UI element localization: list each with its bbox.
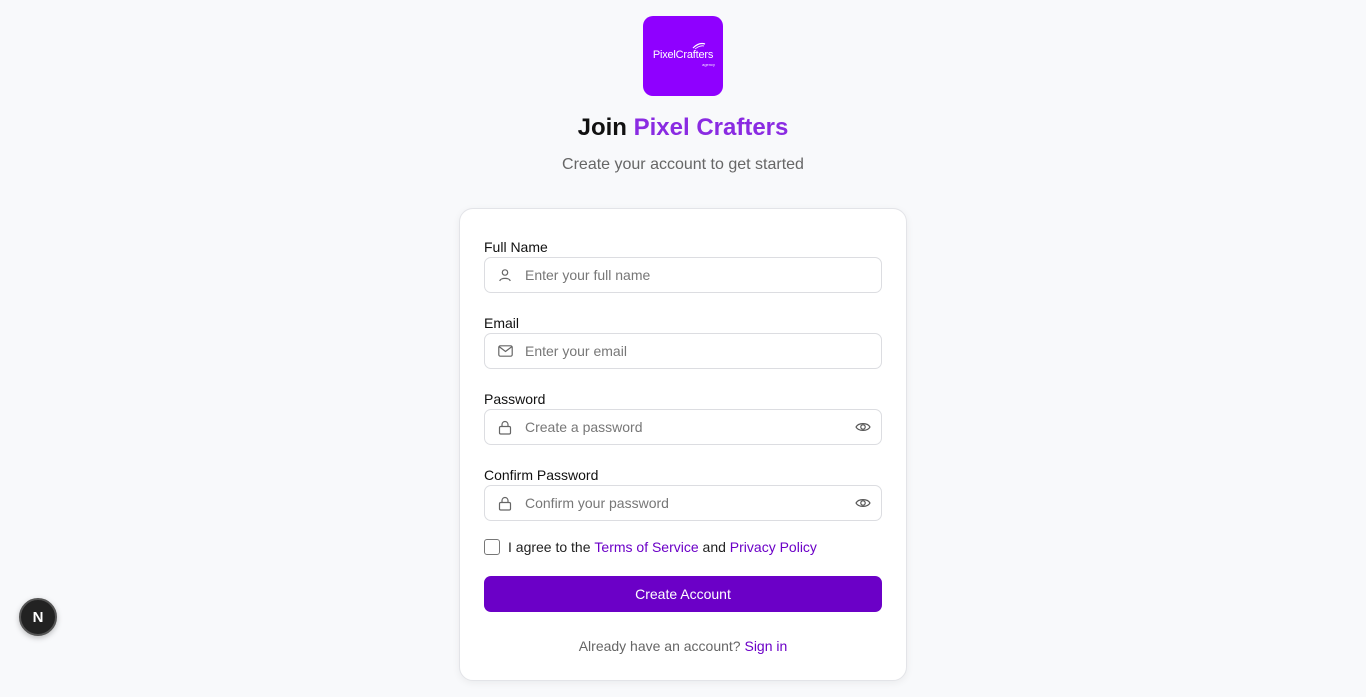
sign-in-link[interactable]: Sign in xyxy=(744,638,787,654)
signin-prompt: Already have an account? Sign in xyxy=(460,638,906,654)
email-field xyxy=(484,333,882,369)
password-label: Password xyxy=(484,391,546,407)
confirm-password-input[interactable] xyxy=(525,486,845,520)
dev-badge-letter: N xyxy=(32,608,44,626)
email-label: Email xyxy=(484,315,520,331)
agree-prefix: I agree to the xyxy=(508,539,591,555)
title-brand: Pixel Crafters xyxy=(633,114,789,141)
page-subtitle: Create your account to get started xyxy=(562,156,804,173)
agree-conjunction: and xyxy=(702,539,726,555)
mail-icon xyxy=(485,345,525,357)
logo: PixelCrafters agency xyxy=(643,16,723,96)
terms-of-service-link[interactable]: Terms of Service xyxy=(594,539,698,555)
signin-prompt-text: Already have an account? xyxy=(578,638,741,654)
agree-checkbox[interactable] xyxy=(484,539,500,555)
lock-icon xyxy=(485,496,525,511)
lock-icon xyxy=(485,420,525,435)
privacy-policy-link[interactable]: Privacy Policy xyxy=(730,539,817,555)
eye-icon[interactable] xyxy=(845,421,881,433)
full-name-label: Full Name xyxy=(484,239,548,255)
eye-icon[interactable] xyxy=(845,497,881,509)
password-input[interactable] xyxy=(525,410,845,444)
page-title: Join Pixel Crafters xyxy=(0,114,1366,142)
terms-agreement: I agree to the Terms of Service and Priv… xyxy=(484,539,817,555)
user-icon xyxy=(485,268,525,282)
confirm-password-label: Confirm Password xyxy=(484,467,599,483)
signup-card: Full Name Email Password xyxy=(459,208,907,681)
email-input[interactable] xyxy=(525,334,881,368)
signup-page: PixelCrafters agency Join Pixel Crafters… xyxy=(0,0,1366,697)
full-name-input[interactable] xyxy=(525,258,881,292)
logo-subtext: agency xyxy=(702,62,715,67)
title-prefix: Join xyxy=(577,114,627,141)
create-account-button[interactable]: Create Account xyxy=(484,576,882,612)
password-field xyxy=(484,409,882,445)
confirm-password-field xyxy=(484,485,882,521)
dev-tools-badge[interactable]: N xyxy=(19,598,57,636)
full-name-field xyxy=(484,257,882,293)
logo-wordmark: PixelCrafters xyxy=(652,49,714,61)
